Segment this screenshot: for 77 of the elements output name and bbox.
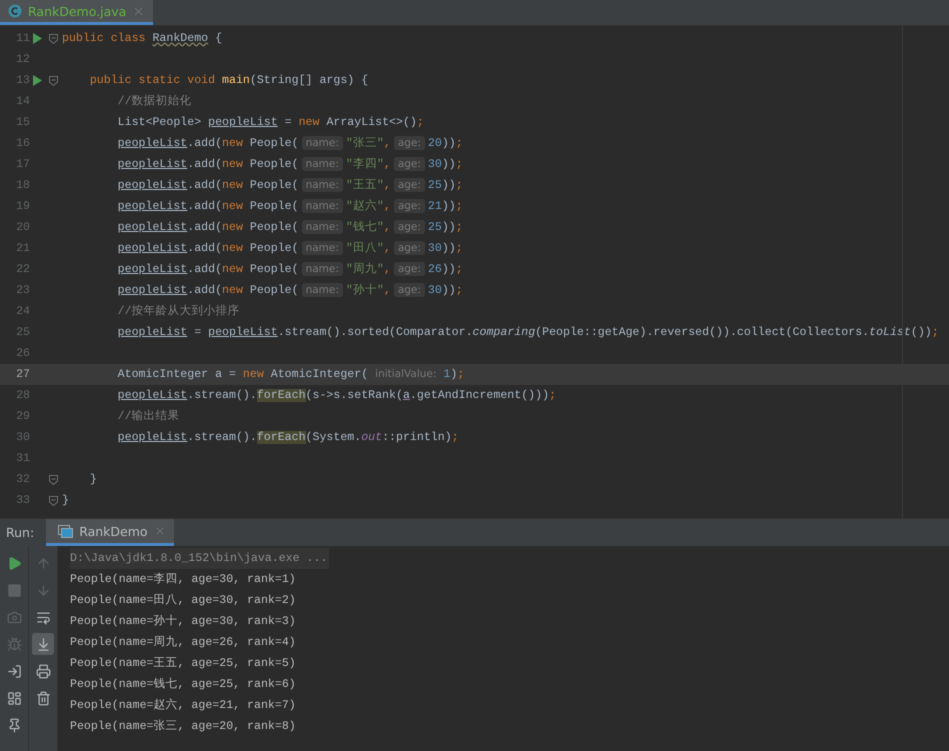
line-number: 19 — [15, 200, 30, 213]
line-number: 13 — [15, 74, 30, 87]
close-icon[interactable] — [154, 525, 166, 537]
fold-icon[interactable] — [48, 76, 58, 86]
line-number: 16 — [15, 137, 30, 150]
console-line: People(name=赵六, age=21, rank=7) — [70, 698, 297, 714]
wrap-icon — [36, 610, 50, 624]
line-number: 14 — [15, 95, 30, 108]
line-number: 25 — [15, 326, 30, 339]
line-number: 27 — [15, 368, 30, 381]
code-line: peopleList.add(new People( name: "田八", age: 30)); — [116, 240, 463, 257]
fold-icon[interactable] — [48, 34, 58, 44]
line-number: 22 — [15, 263, 30, 276]
line-number: 30 — [15, 431, 30, 444]
code-line: //数据初始化 — [116, 93, 192, 110]
code-line: peopleList.stream().forEach(System.out::println); — [116, 430, 459, 446]
line-number: 21 — [15, 242, 30, 255]
line-number: 23 — [15, 284, 30, 297]
editor-tab[interactable]: RankDemo.java — [0, 0, 154, 25]
run-icon — [6, 556, 22, 570]
scroll-to-end-icon — [36, 636, 50, 652]
line-number: 26 — [15, 347, 30, 360]
code-line: //输出结果 — [116, 408, 180, 425]
code-line: } — [88, 472, 97, 488]
code-line: List<People> peopleList = new ArrayList<>(); — [116, 115, 424, 131]
trash-icon — [36, 690, 50, 706]
code-line: peopleList = peopleList.stream().sorted(Comparator.comparing(People::getAge).reversed()).collect(Collectors.toList()); — [116, 325, 939, 341]
camera-icon — [6, 610, 22, 624]
line-number: 24 — [15, 305, 30, 318]
console-line: People(name=钱七, age=25, rank=6) — [70, 676, 297, 693]
layout-icon — [6, 690, 22, 706]
code-line: peopleList.add(new People( name: "孙十", age: 30)); — [116, 282, 463, 299]
code-line: peopleList.stream().forEach(s->s.setRank(a.getAndIncrement())); — [116, 388, 556, 404]
line-number: 12 — [15, 53, 30, 66]
code-line: public class RankDemo { — [62, 31, 222, 47]
run-tab[interactable]: RankDemo — [46, 519, 174, 546]
line-number: 17 — [15, 158, 30, 171]
console-icon — [58, 524, 74, 538]
console-line: People(name=孙十, age=30, rank=3) — [70, 614, 297, 630]
line-number: 11 — [15, 32, 30, 45]
code-line: peopleList.add(new People( name: "王五", age: 25)); — [116, 177, 463, 194]
run-icon[interactable] — [32, 33, 42, 44]
code-line: peopleList.add(new People( name: "钱七", age: 25)); — [116, 219, 463, 236]
line-number: 15 — [15, 116, 30, 129]
down-arrow-icon — [36, 582, 50, 598]
pin-icon — [6, 718, 22, 732]
code-line: AtomicInteger a = new AtomicInteger( initialValue: 1); — [116, 366, 464, 383]
console-line: People(name=李四, age=30, rank=1) — [70, 572, 297, 588]
fold-icon[interactable] — [48, 496, 58, 506]
print-icon — [36, 664, 50, 678]
login-icon — [6, 664, 22, 678]
console-line: People(name=周九, age=26, rank=4) — [70, 634, 297, 651]
line-number: 28 — [15, 389, 30, 402]
line-number: 33 — [15, 494, 30, 507]
class-icon — [8, 4, 22, 18]
line-number: 18 — [15, 179, 30, 192]
line-number: 32 — [15, 473, 30, 486]
code-line: peopleList.add(new People( name: "张三", age: 20)); — [116, 135, 463, 152]
bug-icon — [6, 636, 22, 652]
code-line: peopleList.add(new People( name: "周九", age: 26)); — [116, 261, 463, 278]
run-icon[interactable] — [32, 75, 42, 86]
code-line: //按年龄从大到小排序 — [116, 303, 240, 320]
close-icon[interactable] — [132, 4, 146, 18]
code-line: public static void main(String[] args) { — [88, 73, 368, 89]
console-line: People(name=张三, age=20, rank=8) — [70, 718, 297, 735]
fold-icon[interactable] — [48, 474, 58, 484]
scroll-to-end-button[interactable] — [32, 633, 54, 655]
line-number: 31 — [15, 452, 30, 465]
code-line: } — [62, 493, 69, 509]
console-line: People(name=田八, age=30, rank=2) — [70, 592, 297, 609]
line-number: 20 — [15, 221, 30, 234]
stop-icon — [6, 582, 22, 598]
console-line: People(name=王五, age=25, rank=5) — [70, 656, 297, 672]
code-line: peopleList.add(new People( name: "李四", age: 30)); — [116, 156, 463, 173]
run-label: Run: — [5, 525, 36, 540]
code-line: peopleList.add(new People( name: "赵六", age: 21)); — [116, 198, 463, 215]
line-number: 29 — [15, 410, 30, 423]
